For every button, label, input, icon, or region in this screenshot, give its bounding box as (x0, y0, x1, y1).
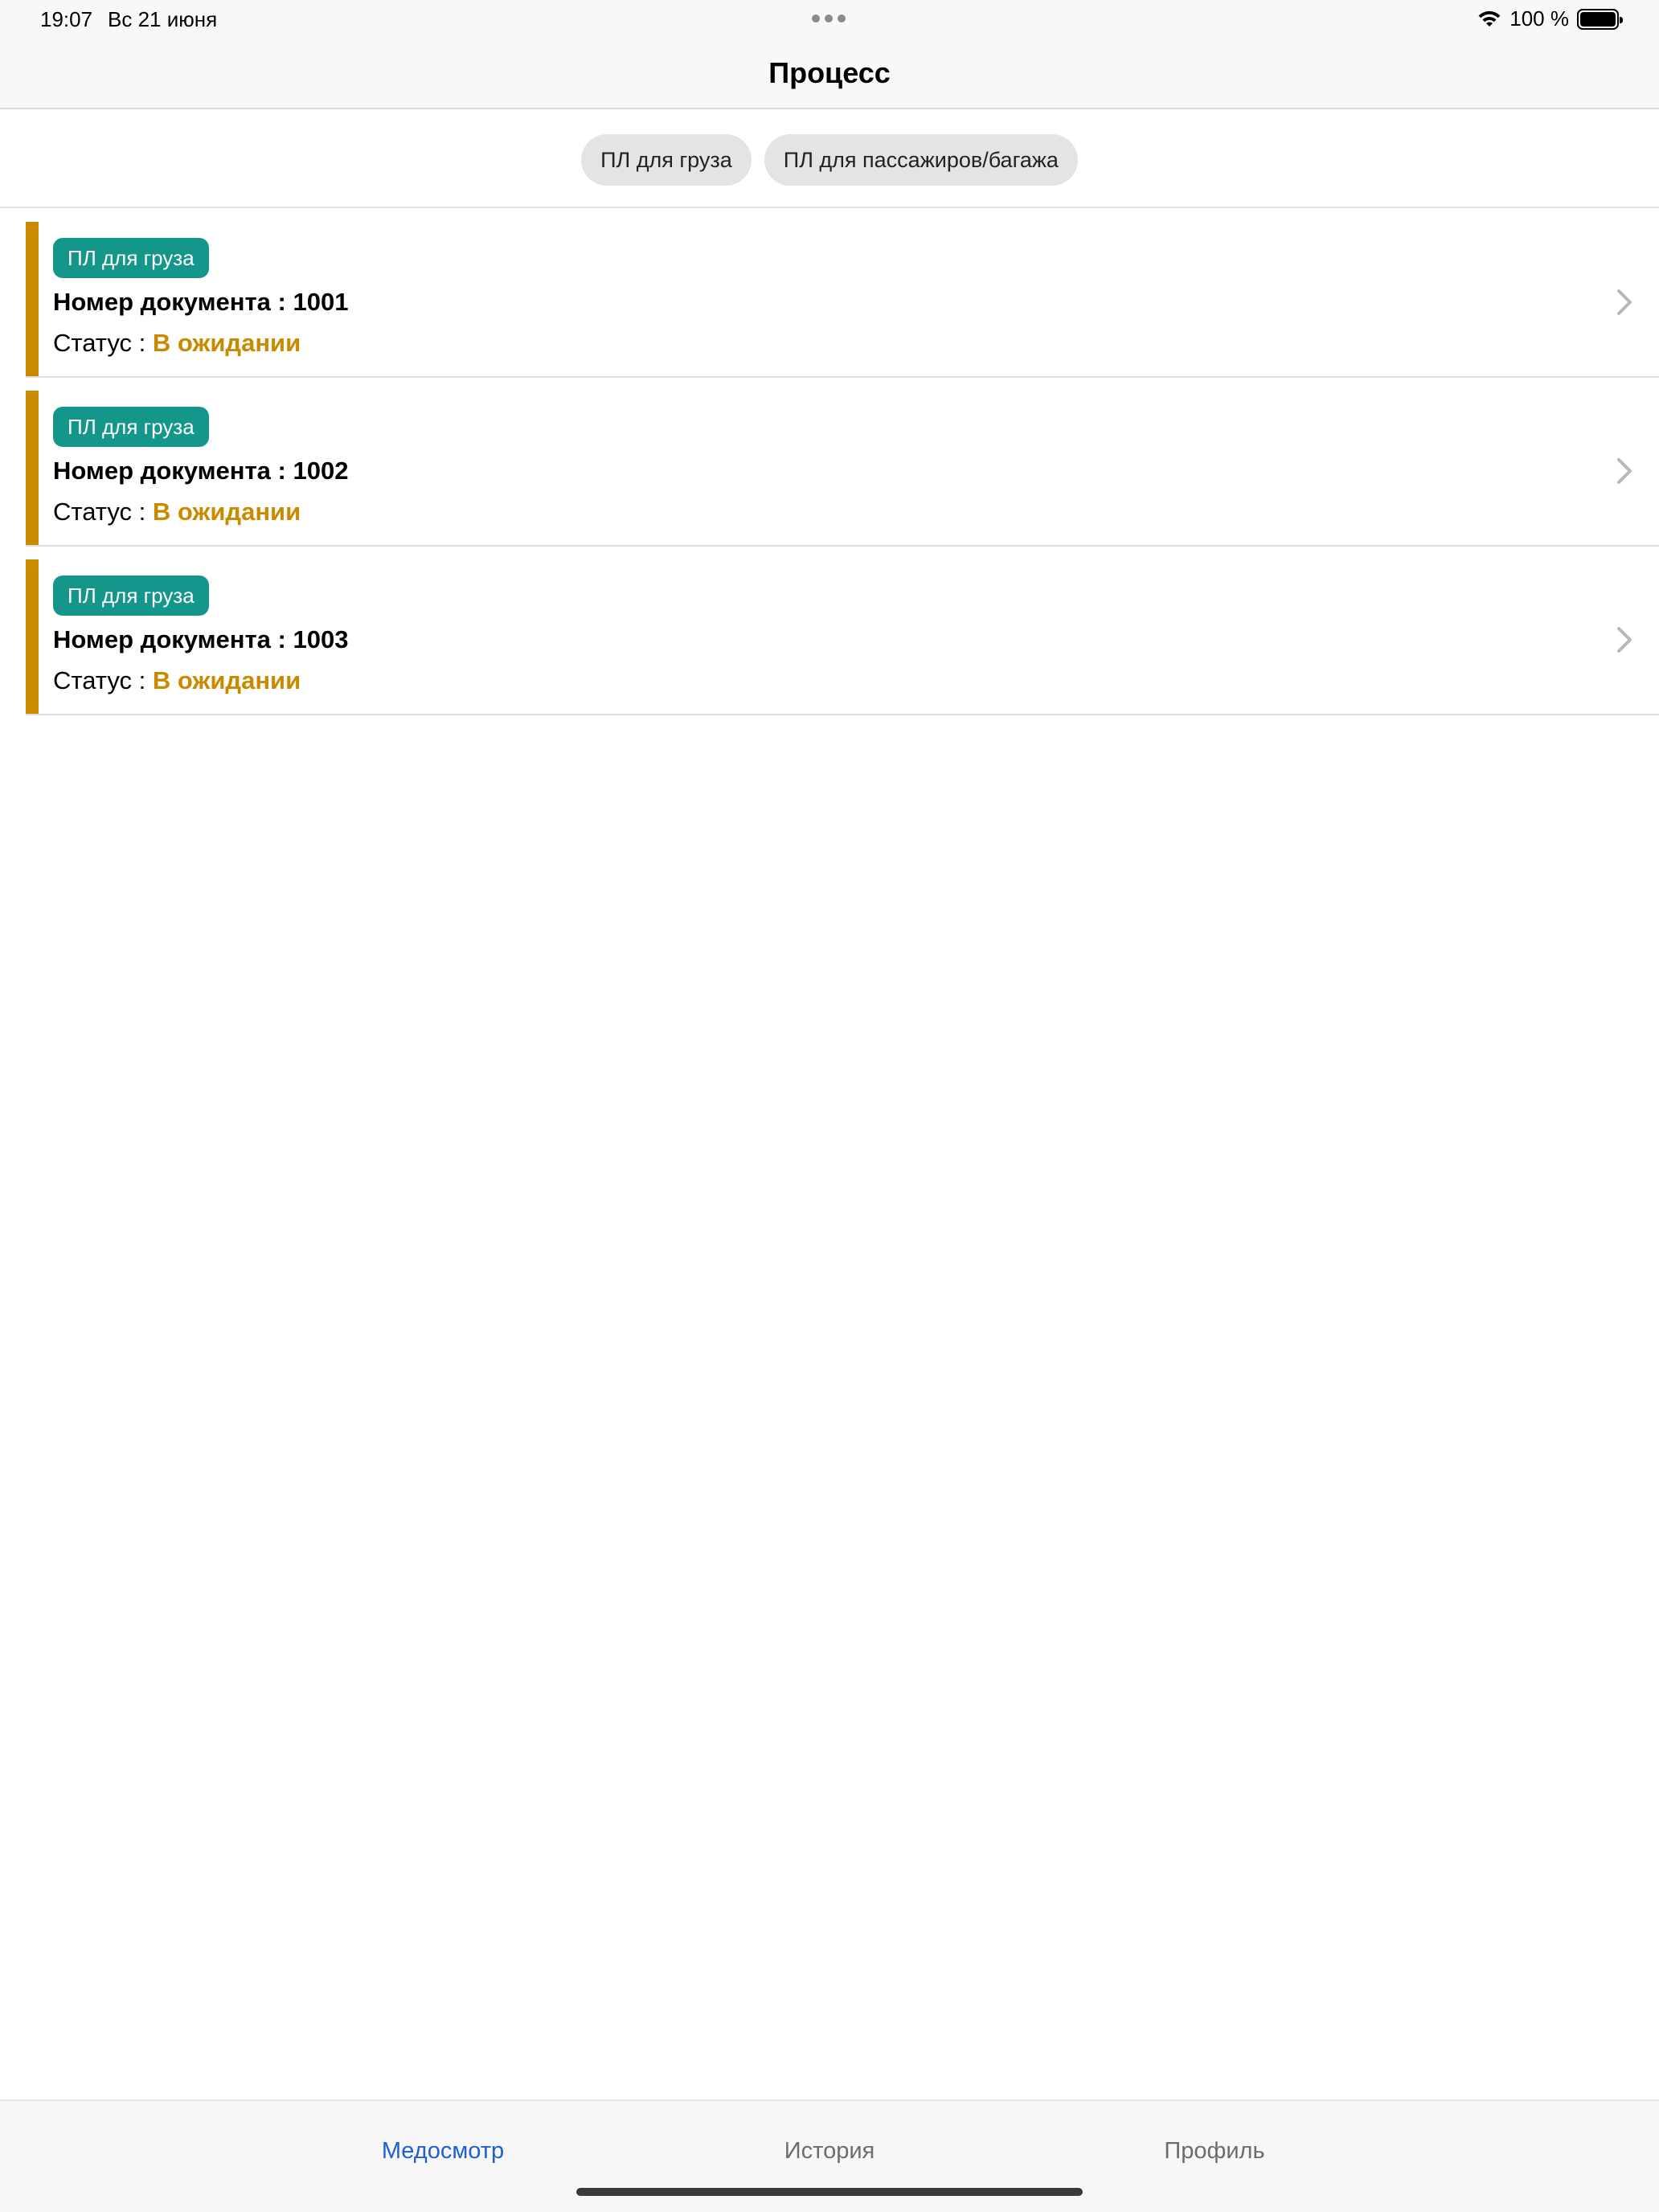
filter-chips: ПЛ для груза ПЛ для пассажиров/багажа (0, 110, 1659, 208)
status-value: В ожидании (152, 666, 301, 694)
document-row[interactable]: ПЛ для груза Номер документа : 1003 Стат… (26, 559, 1659, 715)
status-value: В ожидании (152, 329, 301, 357)
document-type-badge: ПЛ для груза (53, 238, 209, 278)
filter-chip-passengers[interactable]: ПЛ для пассажиров/багажа (764, 134, 1078, 186)
status-value: В ожидании (152, 498, 301, 526)
wifi-icon (1478, 10, 1501, 27)
document-status: Статус : В ожидании (53, 498, 301, 526)
document-row[interactable]: ПЛ для груза Номер документа : 1002 Стат… (26, 391, 1659, 547)
tab-medical-check[interactable]: Медосмотр (382, 2138, 504, 2165)
chevron-right-icon (1617, 458, 1632, 484)
filter-chip-cargo[interactable]: ПЛ для груза (581, 134, 752, 186)
document-status: Статус : В ожидании (53, 666, 301, 695)
page-title: Процесс (768, 56, 891, 89)
status-accent-bar (26, 391, 39, 545)
document-number: Номер документа : 1003 (53, 625, 349, 653)
document-type-badge: ПЛ для груза (53, 576, 209, 616)
document-number: Номер документа : 1002 (53, 457, 349, 485)
document-status: Статус : В ожидании (53, 329, 301, 358)
status-time: 19:07 (40, 7, 93, 31)
status-label: Статус : (53, 329, 153, 357)
app-screen: 19:07 Вс 21 июня 100 % Процесс ПЛ для гр… (0, 0, 1659, 2212)
home-indicator[interactable] (576, 2188, 1083, 2196)
document-number: Номер документа : 1001 (53, 288, 349, 316)
document-type-badge: ПЛ для груза (53, 407, 209, 447)
battery-icon (1577, 8, 1623, 30)
status-label: Статус : (53, 666, 153, 694)
navigation-bar: Процесс (0, 39, 1659, 109)
status-indicators: 100 % (1477, 6, 1623, 31)
multitasking-dots-icon[interactable] (812, 14, 846, 23)
status-label: Статус : (53, 498, 153, 526)
status-accent-bar (26, 222, 39, 376)
tab-profile[interactable]: Профиль (1164, 2138, 1264, 2165)
document-row[interactable]: ПЛ для груза Номер документа : 1001 Стат… (26, 222, 1659, 378)
battery-percent: 100 % (1509, 6, 1569, 31)
status-accent-bar (26, 559, 39, 714)
status-bar: 19:07 Вс 21 июня 100 % (0, 0, 1659, 39)
document-list: ПЛ для груза Номер документа : 1001 Стат… (26, 222, 1659, 728)
status-date: Вс 21 июня (108, 7, 218, 31)
tab-history[interactable]: История (784, 2138, 875, 2165)
chevron-right-icon (1617, 289, 1632, 315)
chevron-right-icon (1617, 627, 1632, 653)
